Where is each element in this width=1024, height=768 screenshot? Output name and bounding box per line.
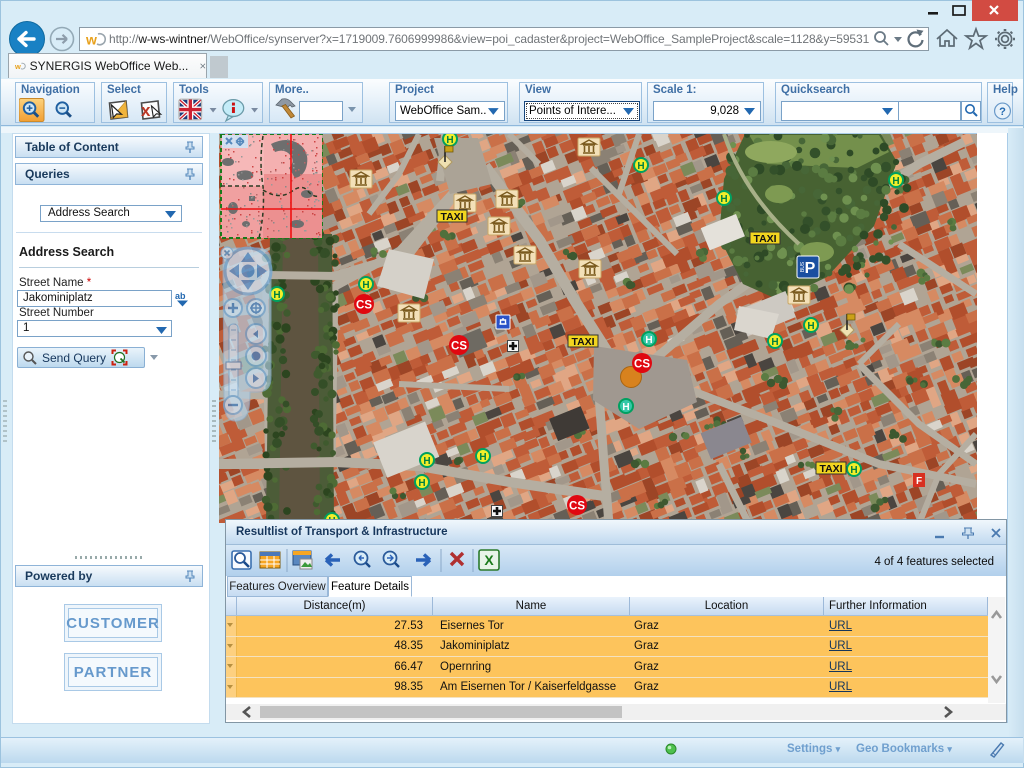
svg-text:?: ? bbox=[999, 105, 1006, 117]
svg-text:4 of 4 features selected: 4 of 4 features selected bbox=[874, 556, 994, 568]
svg-text:X: X bbox=[484, 552, 494, 568]
svg-text:w: w bbox=[15, 62, 21, 71]
svg-text:w: w bbox=[86, 32, 97, 48]
svg-text:ab: ab bbox=[175, 291, 186, 301]
svg-text:x: x bbox=[141, 101, 151, 120]
